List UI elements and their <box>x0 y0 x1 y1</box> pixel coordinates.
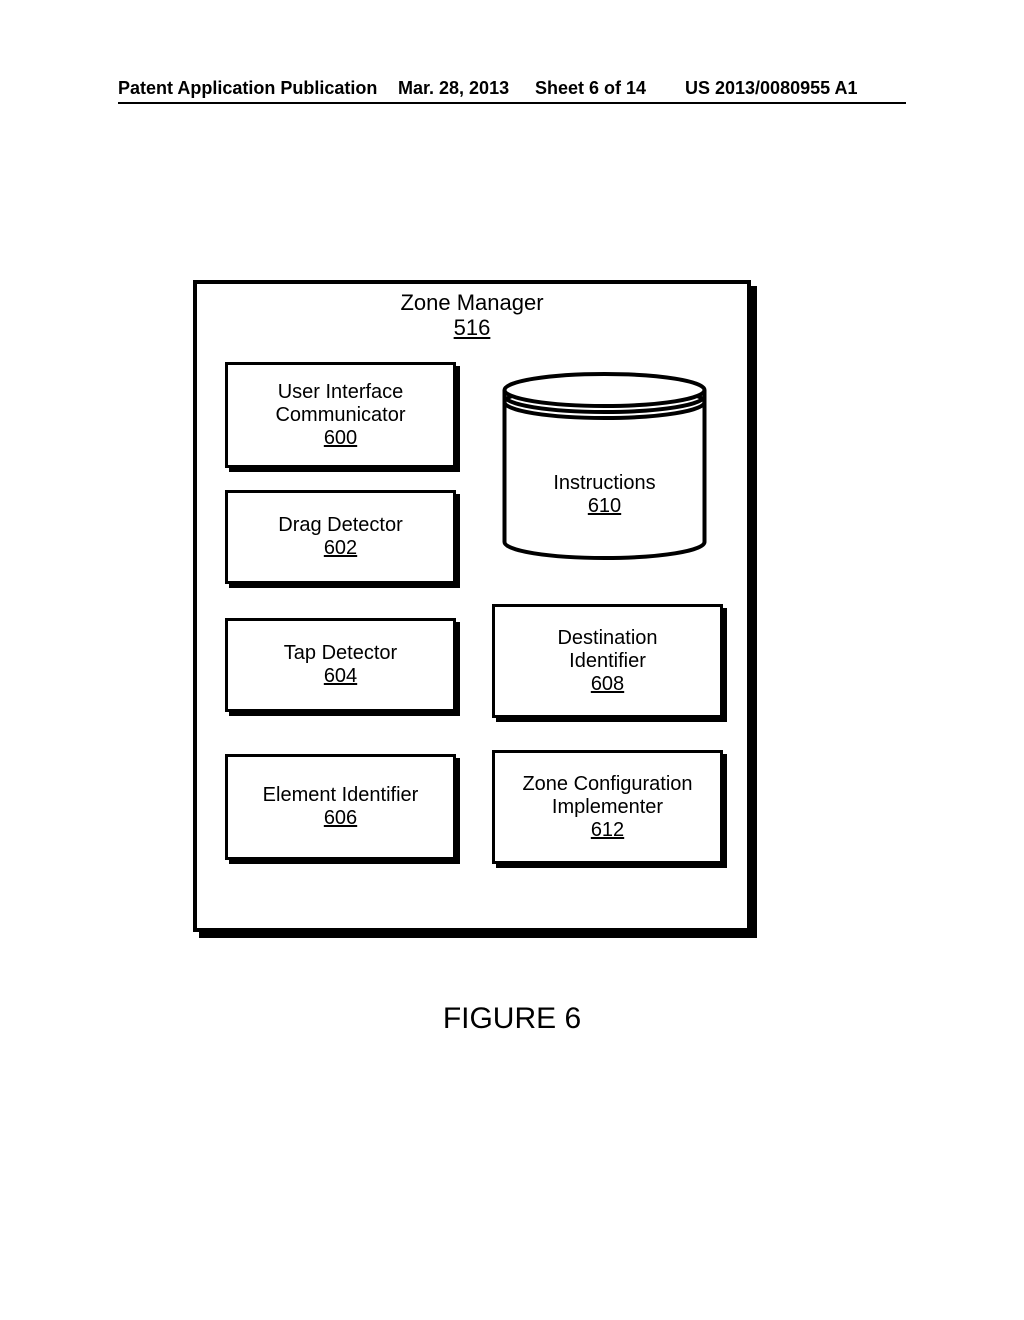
header-rule <box>118 102 906 104</box>
module-tap-detector: Tap Detector 604 <box>225 618 456 712</box>
module-label: Communicator <box>228 404 453 427</box>
header-sheet: Sheet 6 of 14 <box>535 78 646 99</box>
module-ref: 604 <box>228 665 453 688</box>
module-label: Instructions <box>492 472 717 495</box>
module-instructions-datastore: Instructions 610 <box>492 372 717 560</box>
zone-manager-container: Zone Manager 516 User Interface Communic… <box>193 280 751 932</box>
header-publication-number: US 2013/0080955 A1 <box>685 78 857 99</box>
module-drag-detector: Drag Detector 602 <box>225 490 456 584</box>
module-element-identifier: Element Identifier 606 <box>225 754 456 860</box>
module-ref: 610 <box>492 495 717 518</box>
module-label: Implementer <box>495 796 720 819</box>
module-label: Element Identifier <box>228 784 453 807</box>
module-label: Zone Configuration <box>495 773 720 796</box>
module-label: Tap Detector <box>228 642 453 665</box>
module-label: Drag Detector <box>228 514 453 537</box>
module-ref: 612 <box>495 819 720 842</box>
figure-caption: FIGURE 6 <box>0 1002 1024 1036</box>
zone-manager-title: Zone Manager 516 <box>197 290 747 341</box>
cylinder-icon <box>492 372 717 560</box>
zone-manager-ref: 516 <box>197 315 747 340</box>
header-date: Mar. 28, 2013 <box>398 78 509 99</box>
module-label: Destination <box>495 627 720 650</box>
module-zone-configuration-implementer: Zone Configuration Implementer 612 <box>492 750 723 864</box>
module-label: Identifier <box>495 650 720 673</box>
zone-manager-label: Zone Manager <box>197 290 747 315</box>
header-publication-type: Patent Application Publication <box>118 78 377 99</box>
module-label: User Interface <box>228 381 453 404</box>
module-ref: 608 <box>495 673 720 696</box>
module-ref: 606 <box>228 807 453 830</box>
module-user-interface-communicator: User Interface Communicator 600 <box>225 362 456 468</box>
module-destination-identifier: Destination Identifier 608 <box>492 604 723 718</box>
module-ref: 602 <box>228 537 453 560</box>
module-ref: 600 <box>228 427 453 450</box>
